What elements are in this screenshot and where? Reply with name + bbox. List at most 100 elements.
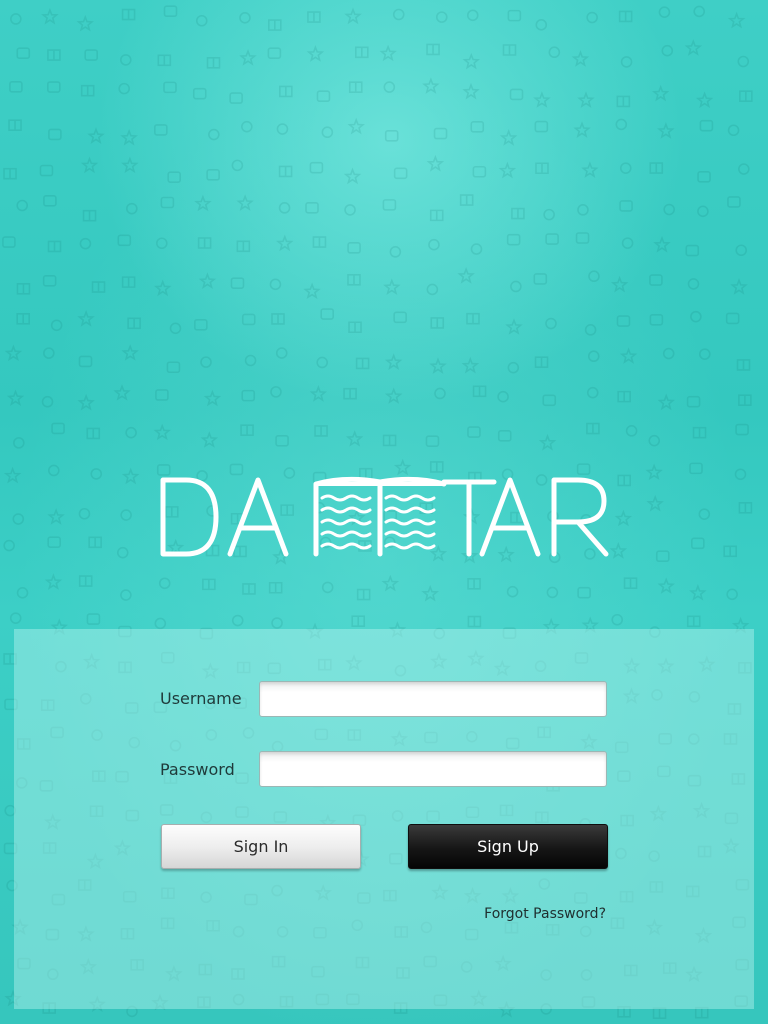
pattern-doodle xyxy=(244,354,257,367)
pattern-doodle xyxy=(271,313,285,325)
pattern-doodle xyxy=(472,165,487,178)
pattern-doodle xyxy=(577,204,589,216)
pattern-doodle xyxy=(507,9,522,22)
pattern-doodle xyxy=(737,55,750,68)
pattern-doodle xyxy=(462,82,480,100)
pattern-doodle xyxy=(690,310,702,323)
pattern-doodle xyxy=(538,433,557,451)
pattern-doodle xyxy=(657,393,675,411)
pattern-doodle xyxy=(466,9,479,22)
pattern-doodle xyxy=(51,422,65,435)
login-screen: Username Password Sign In Sign Up Forgot… xyxy=(0,0,768,1024)
pattern-doodle xyxy=(725,312,740,325)
pattern-doodle xyxy=(347,117,365,135)
pattern-doodle xyxy=(434,387,446,400)
pattern-doodle xyxy=(658,6,671,18)
pattern-doodle xyxy=(646,494,664,512)
pattern-doodle xyxy=(698,508,711,520)
pattern-doodle xyxy=(309,161,324,174)
forgot-password-link[interactable]: Forgot Password? xyxy=(484,906,606,922)
pattern-doodle xyxy=(13,437,25,449)
pattern-doodle xyxy=(127,317,141,330)
pattern-doodle xyxy=(461,356,480,374)
pattern-doodle xyxy=(661,44,674,57)
pattern-doodle xyxy=(510,280,522,293)
pattern-doodle xyxy=(16,587,29,599)
pattern-doodle xyxy=(381,574,400,592)
pattern-doodle xyxy=(429,461,444,473)
pattern-doodle xyxy=(502,44,517,56)
pattern-doodle xyxy=(16,47,31,59)
pattern-doodle xyxy=(91,281,106,293)
pattern-doodle xyxy=(619,200,633,212)
pattern-doodle xyxy=(571,50,590,67)
pattern-doodle xyxy=(343,167,362,185)
pattern-doodle xyxy=(158,577,171,590)
pattern-doodle xyxy=(242,583,256,595)
pattern-doodle xyxy=(509,88,524,101)
pattern-doodle xyxy=(472,385,487,398)
pattern-doodle xyxy=(542,394,557,407)
pattern-doodle xyxy=(534,120,549,133)
pattern-doodle xyxy=(198,272,217,290)
pattern-doodle xyxy=(195,14,208,27)
pattern-doodle xyxy=(546,586,559,599)
pattern-doodle xyxy=(236,194,254,211)
pattern-doodle xyxy=(685,244,700,257)
pattern-doodle xyxy=(3,539,15,552)
pattern-doodle xyxy=(78,355,93,368)
pattern-doodle xyxy=(506,233,521,246)
pattern-doodle xyxy=(435,11,448,23)
pattern-doodle xyxy=(344,7,362,25)
pattern-doodle xyxy=(278,165,293,178)
pattern-doodle xyxy=(269,278,282,291)
pattern-doodle xyxy=(268,581,283,594)
pattern-doodle xyxy=(543,208,555,221)
pattern-doodle xyxy=(194,194,212,212)
pattern-doodle xyxy=(230,277,245,289)
pattern-doodle xyxy=(697,170,711,183)
sign-in-button[interactable]: Sign In xyxy=(161,824,361,869)
username-label: Username xyxy=(160,689,242,708)
pattern-doodle xyxy=(689,584,707,601)
sign-up-button[interactable]: Sign Up xyxy=(408,824,608,869)
pattern-doodle xyxy=(425,435,440,447)
pattern-doodle xyxy=(119,54,132,66)
pattern-doodle xyxy=(614,509,633,527)
pattern-doodle xyxy=(154,124,168,136)
pattern-doodle xyxy=(200,356,212,368)
pattern-doodle xyxy=(621,237,634,249)
pattern-doodle xyxy=(734,468,747,481)
pattern-doodle xyxy=(202,578,216,591)
pattern-doodle xyxy=(236,240,251,253)
pattern-doodle xyxy=(153,423,171,441)
pattern-doodle xyxy=(157,54,172,67)
pattern-doodle xyxy=(41,395,54,408)
pattern-doodle xyxy=(82,209,97,222)
pattern-doodle xyxy=(6,389,25,406)
pattern-doodle xyxy=(39,164,54,177)
pattern-doodle xyxy=(348,81,363,94)
pattern-doodle xyxy=(239,48,257,66)
pattern-doodle xyxy=(697,205,709,218)
pattern-doodle xyxy=(738,394,752,406)
pattern-doodle xyxy=(203,389,222,407)
password-input[interactable] xyxy=(259,751,607,787)
pattern-doodle xyxy=(50,319,63,332)
pattern-doodle xyxy=(651,84,670,102)
pattern-doodle xyxy=(511,207,525,220)
pattern-doodle xyxy=(575,232,590,244)
pattern-doodle xyxy=(343,387,357,400)
pattern-doodle xyxy=(8,119,22,132)
pattern-doodle xyxy=(206,169,220,181)
username-input[interactable] xyxy=(259,681,607,717)
pattern-doodle xyxy=(239,11,251,24)
pattern-doodle xyxy=(43,347,55,359)
pattern-doodle xyxy=(497,390,509,403)
pattern-doodle xyxy=(533,91,551,108)
pattern-doodle xyxy=(270,386,282,398)
pattern-doodle xyxy=(548,46,561,59)
pattern-doodle xyxy=(275,434,289,447)
pattern-doodle xyxy=(348,321,362,334)
pattern-doodle xyxy=(121,276,136,288)
